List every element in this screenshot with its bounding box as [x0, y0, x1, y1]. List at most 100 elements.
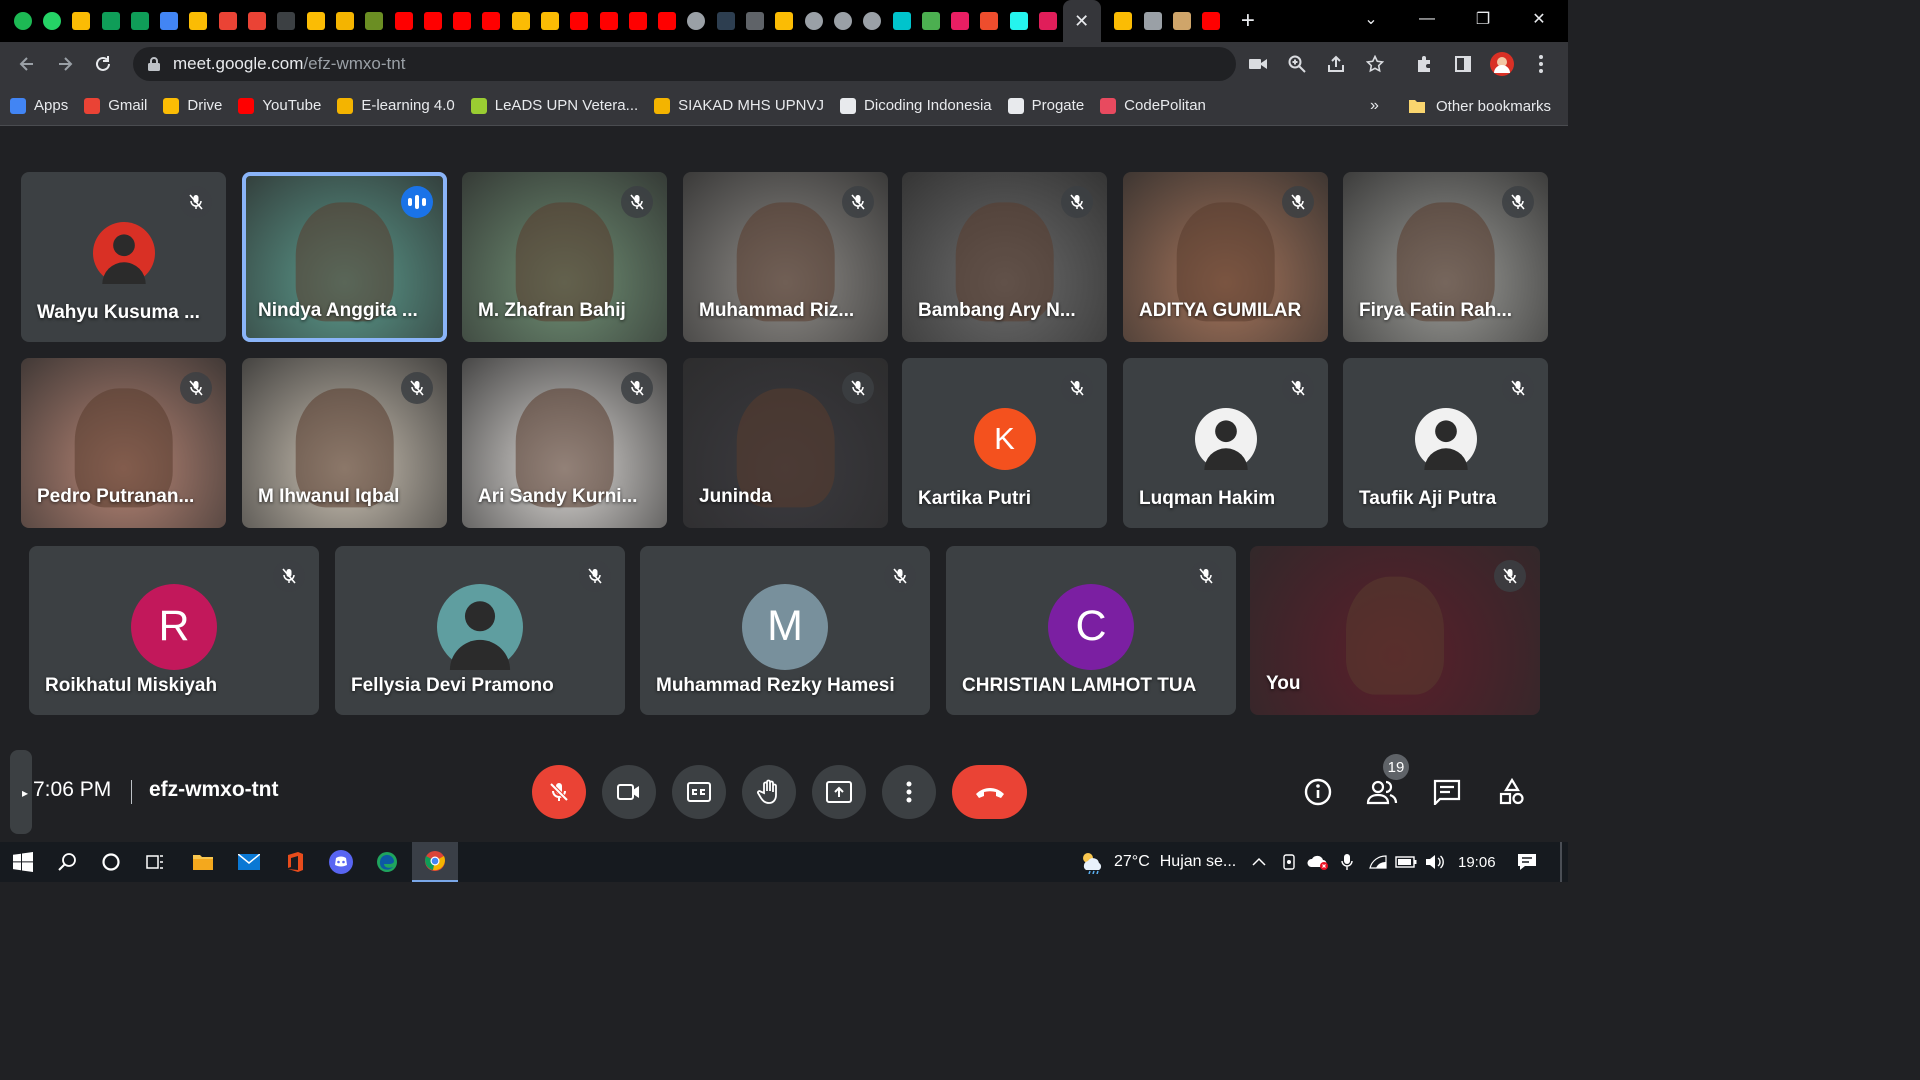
- pinned-tab[interactable]: [1004, 0, 1033, 42]
- pinned-tab[interactable]: [301, 0, 330, 42]
- bookmark-progate[interactable]: Progate: [1007, 86, 1091, 126]
- close-window-icon[interactable]: ✕: [1511, 9, 1567, 29]
- taskbar-mail[interactable]: [226, 842, 272, 882]
- reload-button[interactable]: [84, 45, 122, 83]
- participant-tile[interactable]: Luqman Hakim: [1123, 358, 1328, 528]
- pinned-tab[interactable]: [916, 0, 945, 42]
- participant-tile[interactable]: Wahyu Kusuma ...: [21, 172, 226, 342]
- pinned-tab[interactable]: [447, 0, 476, 42]
- camera-toggle-button[interactable]: [602, 765, 656, 819]
- restore-icon[interactable]: ❐: [1455, 9, 1511, 29]
- taskbar-edge[interactable]: [364, 842, 410, 882]
- participant-tile[interactable]: M Ihwanul Iqbal: [242, 358, 447, 528]
- bookmark-youtube[interactable]: YouTube: [238, 86, 327, 126]
- minimize-icon[interactable]: —: [1399, 10, 1455, 28]
- participant-tile[interactable]: K Kartika Putri: [902, 358, 1107, 528]
- pinned-tab[interactable]: [1167, 0, 1196, 42]
- pinned-tab[interactable]: [506, 0, 535, 42]
- bookmark-dicoding-indonesia[interactable]: Dicoding Indonesia: [840, 86, 998, 126]
- participant-tile[interactable]: Muhammad Riz...: [683, 172, 888, 342]
- pinned-tab[interactable]: [535, 0, 564, 42]
- raise-hand-button[interactable]: [742, 765, 796, 819]
- participant-tile[interactable]: Bambang Ary N...: [902, 172, 1107, 342]
- notifications-icon[interactable]: [1504, 842, 1550, 882]
- tab-close-icon[interactable]: ✕: [1074, 11, 1089, 32]
- back-button[interactable]: [8, 45, 46, 83]
- task-view-button[interactable]: [132, 842, 178, 882]
- new-tab-button[interactable]: +: [1226, 0, 1270, 42]
- pinned-tab[interactable]: [8, 0, 37, 42]
- pinned-tab[interactable]: [67, 0, 96, 42]
- pinned-tab[interactable]: [242, 0, 271, 42]
- meeting-details-button[interactable]: [1294, 770, 1342, 814]
- zoom-icon[interactable]: [1277, 55, 1316, 73]
- pinned-tab[interactable]: [682, 0, 711, 42]
- mic-toggle-button[interactable]: [532, 765, 586, 819]
- chat-button[interactable]: [1423, 770, 1471, 814]
- participant-tile[interactable]: R Roikhatul Miskiyah: [29, 546, 319, 715]
- taskbar-office[interactable]: [272, 842, 318, 882]
- pinned-tab[interactable]: [360, 0, 389, 42]
- bookmark-drive[interactable]: Drive: [163, 86, 228, 126]
- active-tab[interactable]: ✕: [1062, 0, 1101, 42]
- show-desktop-button[interactable]: [1560, 842, 1562, 882]
- participant-tile[interactable]: Juninda: [683, 358, 888, 528]
- participant-tile[interactable]: Pedro Putranan...: [21, 358, 226, 528]
- other-bookmarks-folder[interactable]: Other bookmarks: [1408, 86, 1551, 126]
- cortana-button[interactable]: [88, 842, 134, 882]
- bookmark-codepolitan[interactable]: CodePolitan: [1100, 86, 1212, 126]
- present-screen-button[interactable]: [812, 765, 866, 819]
- pinned-tab[interactable]: [154, 0, 183, 42]
- participant-tile[interactable]: M. Zhafran Bahij: [462, 172, 667, 342]
- bookmark-gmail[interactable]: Gmail: [84, 86, 153, 126]
- taskbar-file-explorer[interactable]: [180, 842, 226, 882]
- pinned-tab[interactable]: [272, 0, 301, 42]
- pinned-tab[interactable]: [975, 0, 1004, 42]
- pinned-tab[interactable]: [1138, 0, 1167, 42]
- pinned-tab[interactable]: [565, 0, 594, 42]
- pinned-tab[interactable]: [37, 0, 66, 42]
- participant-tile[interactable]: You: [1250, 546, 1540, 715]
- participant-tile[interactable]: Taufik Aji Putra: [1343, 358, 1548, 528]
- device-icon[interactable]: [1276, 842, 1302, 882]
- pinned-tab[interactable]: [858, 0, 887, 42]
- pinned-tab[interactable]: [477, 0, 506, 42]
- tab-search-icon[interactable]: ⌄: [1343, 9, 1399, 29]
- more-options-button[interactable]: [882, 765, 936, 819]
- pinned-tab[interactable]: [1109, 0, 1138, 42]
- extensions-icon[interactable]: [1404, 55, 1443, 73]
- wifi-icon[interactable]: [1364, 842, 1392, 882]
- scroll-handle[interactable]: [10, 750, 32, 834]
- tray-overflow-chevron-icon[interactable]: [1244, 842, 1274, 882]
- pinned-tab[interactable]: [389, 0, 418, 42]
- pinned-tab[interactable]: [623, 0, 652, 42]
- bookmark-apps[interactable]: Apps: [10, 86, 74, 126]
- pinned-tab[interactable]: [799, 0, 828, 42]
- pinned-tab[interactable]: [740, 0, 769, 42]
- menu-kebab-icon[interactable]: [1521, 54, 1560, 74]
- leave-call-button[interactable]: [952, 765, 1027, 819]
- camera-in-use-icon[interactable]: [1238, 57, 1277, 71]
- participant-tile[interactable]: C CHRISTIAN LAMHOT TUA: [946, 546, 1236, 715]
- pinned-tab[interactable]: [594, 0, 623, 42]
- address-bar[interactable]: meet.google.com/efz-wmxo-tnt: [133, 47, 1236, 81]
- participant-tile[interactable]: M Muhammad Rezky Hamesi: [640, 546, 930, 715]
- pinned-tab[interactable]: [330, 0, 359, 42]
- participant-tile[interactable]: ADITYA GUMILAR: [1123, 172, 1328, 342]
- battery-icon[interactable]: [1392, 842, 1420, 882]
- side-panel-icon[interactable]: [1443, 55, 1482, 73]
- microphone-tray-icon[interactable]: [1334, 842, 1360, 882]
- activities-button[interactable]: [1488, 770, 1536, 814]
- participant-tile[interactable]: Fellysia Devi Pramono: [335, 546, 625, 715]
- system-clock[interactable]: 19:06: [1458, 842, 1496, 882]
- share-icon[interactable]: [1316, 55, 1355, 73]
- participant-tile[interactable]: Nindya Anggita ...: [242, 172, 447, 342]
- pinned-tab[interactable]: [1197, 0, 1226, 42]
- pinned-tab[interactable]: [96, 0, 125, 42]
- profile-avatar[interactable]: [1482, 52, 1521, 76]
- pinned-tab[interactable]: [418, 0, 447, 42]
- bookmark-leads-upn-vetera[interactable]: LeADS UPN Vetera...: [470, 86, 644, 126]
- participant-tile[interactable]: Firya Fatin Rah...: [1343, 172, 1548, 342]
- lock-icon[interactable]: [147, 56, 161, 72]
- pinned-tab[interactable]: [946, 0, 975, 42]
